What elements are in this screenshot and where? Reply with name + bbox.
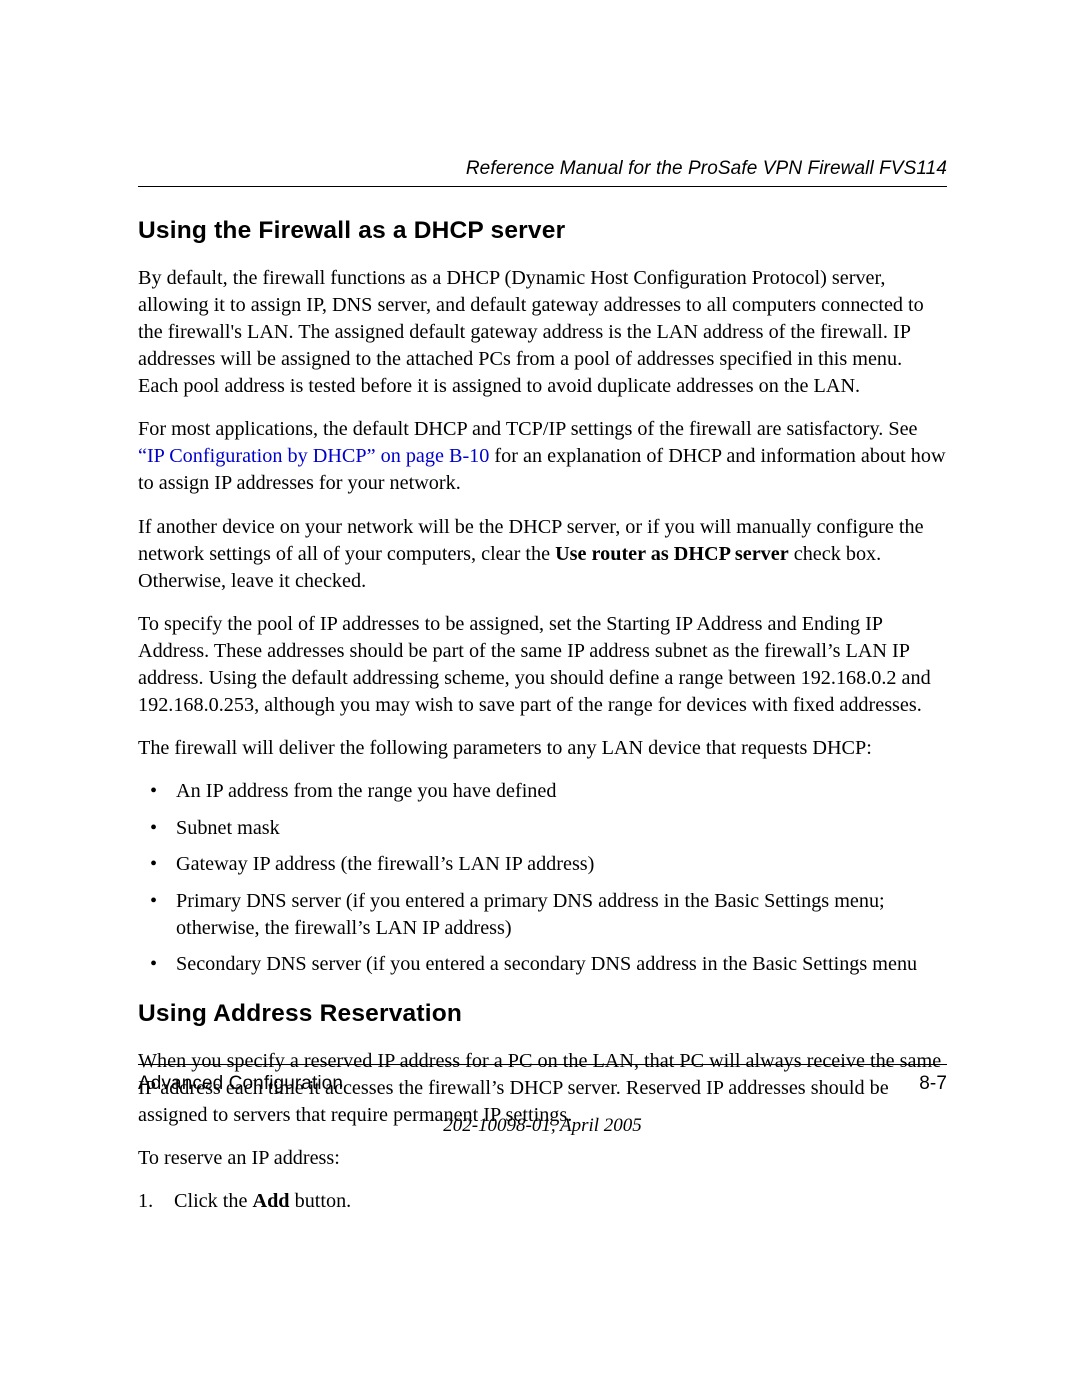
page-footer: Advanced Configuration 8-7 202-10098-01,… <box>138 1064 947 1137</box>
para-reservation-steps-intro: To reserve an IP address: <box>138 1145 947 1172</box>
list-item: Gateway IP address (the firewall’s LAN I… <box>162 851 947 878</box>
reservation-steps: Click the Add button. <box>138 1188 947 1215</box>
para-dhcp-default: By default, the firewall functions as a … <box>138 265 947 400</box>
para-dhcp-checkbox: If another device on your network will b… <box>138 514 947 595</box>
footer-rule <box>138 1064 947 1065</box>
list-item: An IP address from the range you have de… <box>162 778 947 805</box>
para-dhcp-reference: For most applications, the default DHCP … <box>138 416 947 497</box>
step-item: Click the Add button. <box>138 1188 947 1215</box>
step-text-b: button. <box>290 1190 352 1212</box>
step-text-a: Click the <box>174 1190 253 1212</box>
para-dhcp-ref-a: For most applications, the default DHCP … <box>138 418 918 440</box>
para-dhcp-deliver: The firewall will deliver the following … <box>138 735 947 762</box>
document-page: Reference Manual for the ProSafe VPN Fir… <box>0 0 1080 1397</box>
dhcp-parameter-list: An IP address from the range you have de… <box>162 778 947 978</box>
list-item: Secondary DNS server (if you entered a s… <box>162 951 947 978</box>
label-use-router-dhcp: Use router as DHCP server <box>555 543 789 565</box>
heading-address-reservation: Using Address Reservation <box>138 1000 947 1028</box>
list-item: Subnet mask <box>162 815 947 842</box>
running-header: Reference Manual for the ProSafe VPN Fir… <box>138 158 947 180</box>
footer-doc-id: 202-10098-01, April 2005 <box>138 1115 947 1137</box>
para-dhcp-pool: To specify the pool of IP addresses to b… <box>138 611 947 719</box>
xref-ip-config-dhcp[interactable]: “IP Configuration by DHCP” on page B-10 <box>138 445 489 467</box>
button-label-add: Add <box>253 1190 290 1212</box>
header-rule <box>138 186 947 187</box>
list-item: Primary DNS server (if you entered a pri… <box>162 888 947 941</box>
footer-page-number: 8-7 <box>919 1073 947 1095</box>
footer-chapter: Advanced Configuration <box>138 1073 343 1095</box>
heading-dhcp-server: Using the Firewall as a DHCP server <box>138 217 947 245</box>
